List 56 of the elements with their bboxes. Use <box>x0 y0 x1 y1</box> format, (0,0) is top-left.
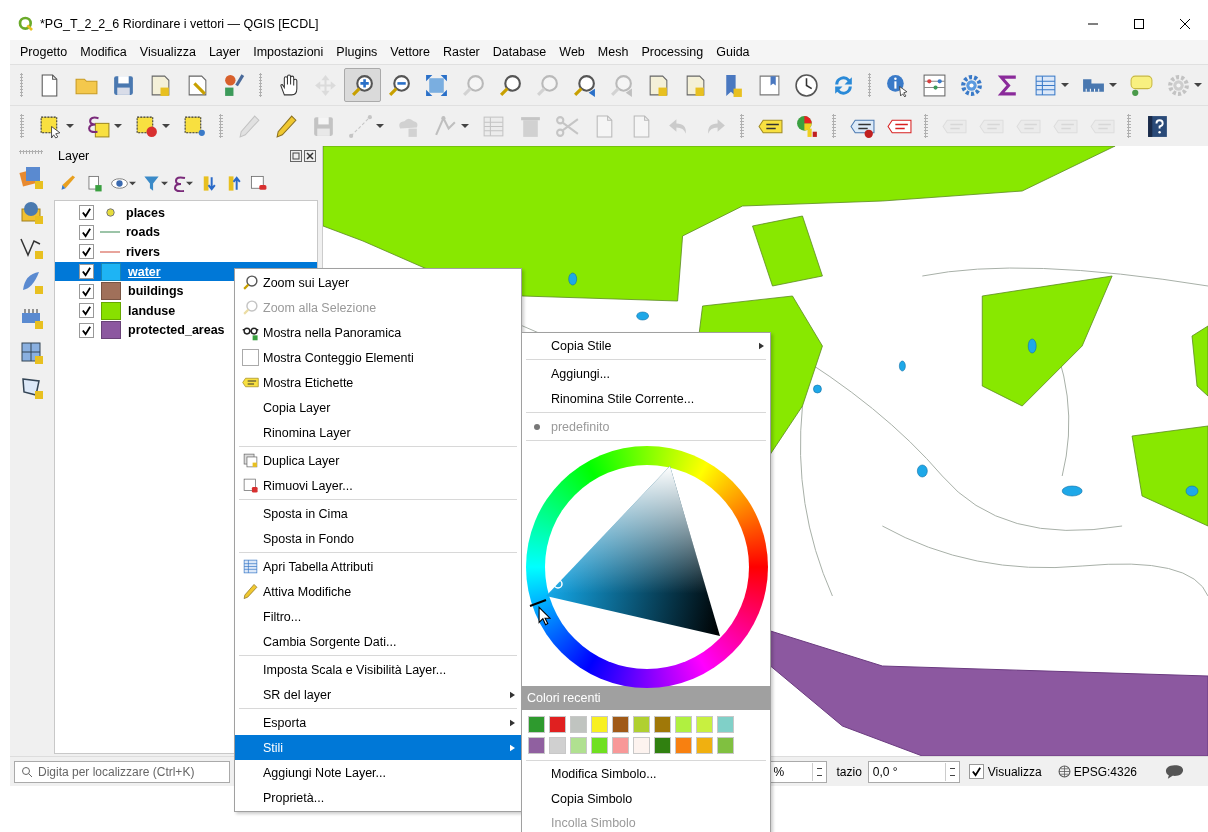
menu-item[interactable]: SR del layer <box>235 682 521 707</box>
menu-item[interactable]: Rinomina Stile Corrente... <box>522 386 770 411</box>
menu-item[interactable]: Impostazioni <box>247 45 331 59</box>
menu-item[interactable]: Mostra Etichette <box>235 370 521 395</box>
menu-item[interactable]: Copia Stile <box>522 333 770 358</box>
menu-item[interactable]: Plugins <box>330 45 385 59</box>
menu-item[interactable]: Progetto <box>14 45 75 59</box>
menu-item[interactable]: Guida <box>710 45 757 59</box>
menu-item[interactable]: Imposta Scala e Visibilità Layer... <box>235 657 521 682</box>
render-label: Visualizza <box>987 764 1042 779</box>
menu-item[interactable]: Aggiungi... <box>522 361 770 386</box>
layer-row[interactable]: places <box>55 203 317 223</box>
menu-item[interactable]: Duplica Layer <box>235 448 521 473</box>
menu-item[interactable]: Mostra nella Panoramica <box>235 320 521 345</box>
menu-item[interactable]: Web <box>553 45 592 59</box>
menu-item[interactable]: Modifica <box>74 45 134 59</box>
layer-row[interactable]: roads <box>55 222 317 243</box>
rotation-label: tazio <box>836 764 862 779</box>
menu-item[interactable]: Copia Layer <box>235 395 521 420</box>
menu-item[interactable]: Apri Tabella Attributi <box>235 554 521 579</box>
menu-item[interactable]: Mostra Conteggio Elementi <box>235 345 521 370</box>
layer-name: water <box>128 264 161 279</box>
menu-item[interactable]: Modifica Simbolo... <box>522 762 770 787</box>
layer-name: landuse <box>128 303 176 318</box>
menu-item[interactable]: Vettore <box>384 45 437 59</box>
menu-item[interactable]: Sposta in Fondo <box>235 526 521 551</box>
menu-item[interactable]: Mesh <box>591 45 636 59</box>
section-header: Colori recenti <box>522 686 770 710</box>
crs-button[interactable]: EPSG:4326 <box>1057 764 1137 779</box>
menu-item[interactable]: Visualizza <box>133 45 203 59</box>
menu-item[interactable]: Cambia Sorgente Dati... <box>235 629 521 654</box>
layer-name: rivers <box>126 245 161 259</box>
menu-item[interactable]: Proprietà... <box>235 785 521 810</box>
window-title: *PG_T_2_2_6 Riordinare i vettori — QGIS [ECDL] <box>40 17 319 31</box>
menu-item[interactable]: Stili <box>235 735 521 760</box>
menu-item[interactable]: Aggiungi Note Layer... <box>235 760 521 785</box>
layer-name: roads <box>126 225 161 240</box>
layer-name: protected_areas <box>128 323 225 338</box>
menu-item[interactable]: Raster <box>436 45 487 59</box>
layer-name: buildings <box>128 284 184 299</box>
menu-item[interactable]: Esporta <box>235 710 521 735</box>
menu-item[interactable]: Copia Simbolo <box>522 786 770 811</box>
menu-item[interactable]: Rimuovi Layer... <box>235 473 521 498</box>
menu-item[interactable]: Attiva Modifiche <box>235 579 521 604</box>
layer-name: places <box>126 205 165 220</box>
panel-title: Layer <box>58 149 90 163</box>
menu-item[interactable]: Rinomina Layer <box>235 420 521 445</box>
menu-item[interactable]: Layer <box>202 45 248 59</box>
magnifier-field[interactable]: % <box>769 760 828 783</box>
menu-item[interactable]: Sposta in Cima <box>235 501 521 526</box>
menu-item[interactable]: Processing <box>635 45 711 59</box>
layer-row[interactable]: rivers <box>55 242 317 262</box>
menu-item[interactable]: Database <box>486 45 554 59</box>
menu-item[interactable]: Filtro... <box>235 604 521 629</box>
rotation-field[interactable]: 0,0 ° <box>867 760 960 783</box>
locator-search-field[interactable]: Digita per localizzare (Ctrl+K) <box>14 760 230 783</box>
